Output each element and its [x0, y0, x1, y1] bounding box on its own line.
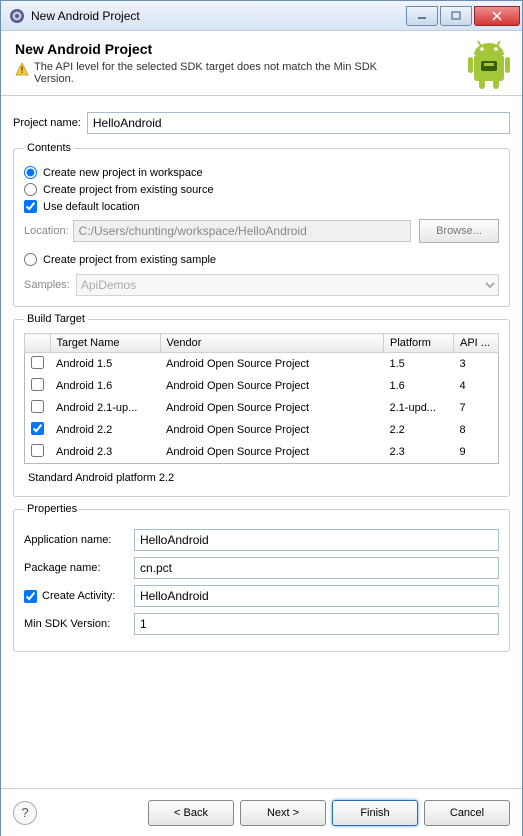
create-activity-checkbox[interactable]: [24, 590, 37, 603]
location-input: [73, 220, 411, 242]
target-api-cell: 7: [454, 397, 499, 419]
target-checkbox[interactable]: [31, 422, 44, 435]
package-name-label: Package name:: [24, 562, 134, 574]
warning-text: The API level for the selected SDK targe…: [34, 61, 414, 85]
build-target-hint: Standard Android platform 2.2: [28, 472, 495, 484]
wizard-footer: ? < Back Next > Finish Cancel: [1, 788, 522, 836]
build-target-table: Target Name Vendor Platform API ... Andr…: [24, 333, 499, 464]
target-api-cell: 9: [454, 441, 499, 464]
target-checkbox[interactable]: [31, 356, 44, 369]
col-platform[interactable]: Platform: [384, 334, 454, 353]
table-row[interactable]: Android 2.1-up...Android Open Source Pro…: [25, 397, 499, 419]
build-target-group: Build Target Target Name Vendor Platform…: [13, 313, 510, 497]
page-title: New Android Project: [15, 41, 508, 57]
table-row[interactable]: Android 2.3Android Open Source Project2.…: [25, 441, 499, 464]
help-icon: ?: [21, 805, 28, 820]
properties-legend: Properties: [24, 503, 80, 515]
samples-select: ApiDemos: [76, 274, 499, 296]
target-vendor-cell: Android Open Source Project: [160, 375, 384, 397]
help-button[interactable]: ?: [13, 801, 37, 825]
back-button[interactable]: < Back: [148, 800, 234, 826]
create-activity-input[interactable]: [134, 585, 499, 607]
min-sdk-label: Min SDK Version:: [24, 618, 134, 630]
radio-existing-sample-label: Create project from existing sample: [43, 254, 216, 266]
target-name-cell: Android 2.2: [50, 419, 160, 441]
window-titlebar: New Android Project: [1, 1, 522, 31]
radio-existing-source-label: Create project from existing source: [43, 184, 214, 196]
browse-button: Browse...: [419, 219, 499, 243]
col-vendor[interactable]: Vendor: [160, 334, 384, 353]
properties-group: Properties Application name: Package nam…: [13, 503, 510, 652]
build-target-legend: Build Target: [24, 313, 88, 325]
target-platform-cell: 1.5: [384, 353, 454, 376]
wizard-header: New Android Project The API level for th…: [1, 31, 522, 96]
radio-existing-sample[interactable]: [24, 253, 37, 266]
maximize-button[interactable]: [440, 6, 472, 26]
target-api-cell: 4: [454, 375, 499, 397]
checkbox-default-location[interactable]: [24, 200, 37, 213]
target-name-cell: Android 2.1-up...: [50, 397, 160, 419]
target-platform-cell: 2.3: [384, 441, 454, 464]
close-button[interactable]: [474, 6, 520, 26]
radio-new-project[interactable]: [24, 166, 37, 179]
target-vendor-cell: Android Open Source Project: [160, 441, 384, 464]
target-name-cell: Android 1.6: [50, 375, 160, 397]
next-button[interactable]: Next >: [240, 800, 326, 826]
package-name-input[interactable]: [134, 557, 499, 579]
finish-button[interactable]: Finish: [332, 800, 418, 826]
target-checkbox[interactable]: [31, 378, 44, 391]
target-checkbox[interactable]: [31, 400, 44, 413]
target-vendor-cell: Android Open Source Project: [160, 419, 384, 441]
create-activity-label: Create Activity:: [42, 590, 115, 602]
target-name-cell: Android 1.5: [50, 353, 160, 376]
cancel-button[interactable]: Cancel: [424, 800, 510, 826]
table-row[interactable]: Android 2.2Android Open Source Project2.…: [25, 419, 499, 441]
table-row[interactable]: Android 1.6Android Open Source Project1.…: [25, 375, 499, 397]
col-api[interactable]: API ...: [454, 334, 499, 353]
location-label: Location:: [24, 225, 69, 237]
android-icon: [466, 39, 512, 96]
project-name-input[interactable]: [87, 112, 510, 134]
warning-icon: [15, 62, 29, 76]
project-name-label: Project name:: [13, 117, 81, 129]
target-api-cell: 3: [454, 353, 499, 376]
radio-new-project-label: Create new project in workspace: [43, 167, 203, 179]
contents-legend: Contents: [24, 142, 74, 154]
app-name-input[interactable]: [134, 529, 499, 551]
contents-group: Contents Create new project in workspace…: [13, 142, 510, 307]
checkbox-default-location-label: Use default location: [43, 201, 140, 213]
target-vendor-cell: Android Open Source Project: [160, 353, 384, 376]
samples-label: Samples:: [24, 279, 70, 291]
app-name-label: Application name:: [24, 534, 134, 546]
target-platform-cell: 1.6: [384, 375, 454, 397]
min-sdk-input[interactable]: [134, 613, 499, 635]
table-row[interactable]: Android 1.5Android Open Source Project1.…: [25, 353, 499, 376]
app-icon: [9, 8, 25, 24]
col-target-name[interactable]: Target Name: [50, 334, 160, 353]
target-name-cell: Android 2.3: [50, 441, 160, 464]
target-platform-cell: 2.2: [384, 419, 454, 441]
minimize-button[interactable]: [406, 6, 438, 26]
target-vendor-cell: Android Open Source Project: [160, 397, 384, 419]
target-platform-cell: 2.1-upd...: [384, 397, 454, 419]
window-title: New Android Project: [31, 9, 140, 23]
target-api-cell: 8: [454, 419, 499, 441]
target-checkbox[interactable]: [31, 444, 44, 457]
radio-existing-source[interactable]: [24, 183, 37, 196]
